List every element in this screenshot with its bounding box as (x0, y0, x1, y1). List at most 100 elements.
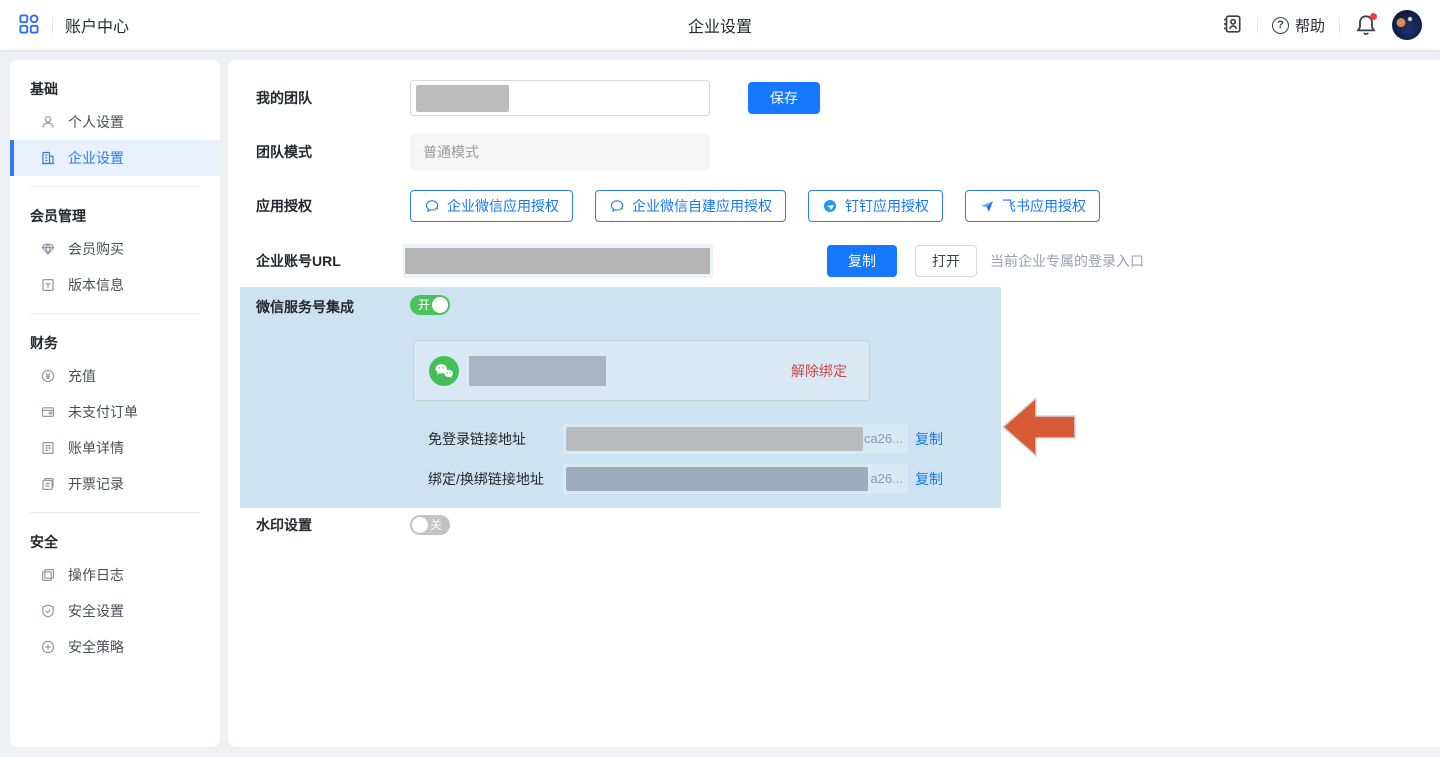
toggle-knob (432, 297, 448, 313)
watermark-label: 水印设置 (256, 515, 312, 535)
sidebar-section-title: 财务 (10, 328, 220, 358)
version-doc-icon (40, 277, 56, 293)
wechat-work-selfbuilt-auth-button[interactable]: 企业微信自建应用授权 (595, 190, 786, 222)
bind-link-label: 绑定/换绑链接地址 (428, 464, 544, 494)
apps-grid-icon[interactable] (18, 13, 40, 38)
auth-button-label: 企业微信自建应用授权 (632, 196, 772, 216)
sidebar-item-security-settings[interactable]: 安全设置 (10, 593, 220, 629)
help-icon: ? (1272, 17, 1289, 34)
team-mode-value: 普通模式 (410, 134, 710, 170)
header-left: 账户中心 (0, 13, 129, 38)
sidebar-item-label: 企业设置 (68, 148, 124, 168)
sidebar-section-title: 会员管理 (10, 201, 220, 231)
bind-link-value: a26... (563, 464, 908, 494)
sidebar-item-label: 开票记录 (68, 474, 124, 494)
sidebar-item-label: 未支付订单 (68, 402, 138, 422)
redacted-bind-link (566, 467, 868, 491)
bind-link-suffix: a26... (870, 464, 903, 494)
active-indicator-bar (10, 140, 14, 176)
sidebar-item-security-policy[interactable]: 安全策略 (10, 629, 220, 665)
sidebar-item-label: 安全设置 (68, 601, 124, 621)
team-name-input[interactable] (410, 80, 710, 116)
sidebar-section-membership: 会员管理 会员购买 版本信息 (10, 187, 220, 314)
sidebar-section-finance: 财务 充值 未支付订单 账单详情 (10, 314, 220, 513)
top-header: 账户中心 企业设置 ? 帮助 (0, 0, 1440, 50)
app-auth-buttons: 企业微信应用授权 企业微信自建应用授权 钉钉应用授权 飞书应用授权 (410, 190, 1100, 222)
app-name: 账户中心 (65, 13, 129, 37)
nologin-link-suffix: ca26... (864, 424, 903, 454)
redacted-account-url (405, 248, 710, 274)
contacts-icon[interactable] (1221, 13, 1243, 38)
save-button[interactable]: 保存 (748, 82, 820, 114)
main-content: 我的团队 保存 团队模式 普通模式 应用授权 企业微信应用授权 企业微信自建应用… (228, 60, 1440, 747)
notifications-button[interactable] (1354, 13, 1378, 37)
toggle-off-label: 关 (430, 515, 442, 535)
sidebar: 基础 个人设置 企业设置 会员管理 (10, 60, 220, 747)
wallet-icon (40, 404, 56, 420)
sidebar-item-bill-details[interactable]: 账单详情 (10, 430, 220, 466)
wechat-work-icon (424, 198, 440, 214)
sidebar-item-label: 操作日志 (68, 565, 124, 585)
log-copy-icon (40, 567, 56, 583)
sidebar-item-version-info[interactable]: 版本信息 (10, 267, 220, 303)
auth-button-label: 飞书应用授权 (1002, 196, 1086, 216)
sidebar-item-invoice-records[interactable]: 开票记录 (10, 466, 220, 502)
help-label: 帮助 (1295, 15, 1325, 36)
app-auth-label: 应用授权 (256, 190, 312, 222)
team-name-label: 我的团队 (256, 80, 312, 116)
sidebar-item-label: 账单详情 (68, 438, 124, 458)
shield-check-icon (40, 603, 56, 619)
wechat-integration-toggle[interactable]: 开 (410, 295, 450, 315)
toggle-knob (412, 517, 428, 533)
header-right: ? 帮助 (1221, 0, 1422, 50)
account-url-label: 企业账号URL (256, 244, 341, 278)
sidebar-item-personal-settings[interactable]: 个人设置 (10, 104, 220, 140)
sidebar-item-unpaid-orders[interactable]: 未支付订单 (10, 394, 220, 430)
auth-button-label: 钉钉应用授权 (845, 196, 929, 216)
wechat-integration-section: 微信服务号集成 开 解除绑定 免登录链接地址 (240, 287, 1001, 508)
team-mode-label: 团队模式 (256, 134, 312, 170)
shield-plus-icon (40, 639, 56, 655)
copy-url-button[interactable]: 复制 (827, 245, 897, 277)
wechat-bound-account-card: 解除绑定 (413, 340, 870, 401)
gem-icon (40, 241, 56, 257)
invoice-doc-icon (40, 476, 56, 492)
dingtalk-icon (822, 198, 838, 214)
wechat-work-icon (609, 198, 625, 214)
header-divider (52, 17, 53, 33)
sidebar-item-enterprise-settings[interactable]: 企业设置 (10, 140, 220, 176)
bill-doc-icon (40, 440, 56, 456)
open-url-button[interactable]: 打开 (915, 245, 977, 277)
copy-nologin-link[interactable]: 复制 (915, 424, 943, 454)
sidebar-item-member-purchase[interactable]: 会员购买 (10, 231, 220, 267)
sidebar-item-operation-logs[interactable]: 操作日志 (10, 557, 220, 593)
feishu-auth-button[interactable]: 飞书应用授权 (965, 190, 1100, 222)
sidebar-section-title: 基础 (10, 74, 220, 104)
header-divider (1339, 17, 1340, 33)
watermark-toggle[interactable]: 关 (410, 515, 450, 535)
callout-arrow (1001, 395, 1077, 459)
wechat-work-auth-button[interactable]: 企业微信应用授权 (410, 190, 573, 222)
sidebar-item-label: 版本信息 (68, 275, 124, 295)
avatar[interactable] (1392, 10, 1422, 40)
user-icon (40, 114, 56, 130)
notification-dot (1370, 13, 1377, 20)
wechat-integration-label: 微信服务号集成 (256, 297, 354, 317)
sidebar-item-label: 充值 (68, 366, 96, 386)
sidebar-item-label: 会员购买 (68, 239, 124, 259)
sidebar-section-title: 安全 (10, 527, 220, 557)
feishu-icon (979, 198, 995, 214)
nologin-link-value: ca26... (563, 424, 908, 454)
dingtalk-auth-button[interactable]: 钉钉应用授权 (808, 190, 943, 222)
help-button[interactable]: ? 帮助 (1272, 15, 1325, 36)
sidebar-item-label: 个人设置 (68, 112, 124, 132)
sidebar-item-label: 安全策略 (68, 637, 124, 657)
unbind-link[interactable]: 解除绑定 (791, 341, 847, 402)
header-divider (1257, 17, 1258, 33)
sidebar-section-security: 安全 操作日志 安全设置 安全策略 (10, 513, 220, 665)
nologin-link-label: 免登录链接地址 (428, 424, 526, 454)
toggle-on-label: 开 (418, 295, 430, 315)
wechat-icon (429, 356, 459, 386)
sidebar-item-recharge[interactable]: 充值 (10, 358, 220, 394)
copy-bind-link[interactable]: 复制 (915, 464, 943, 494)
